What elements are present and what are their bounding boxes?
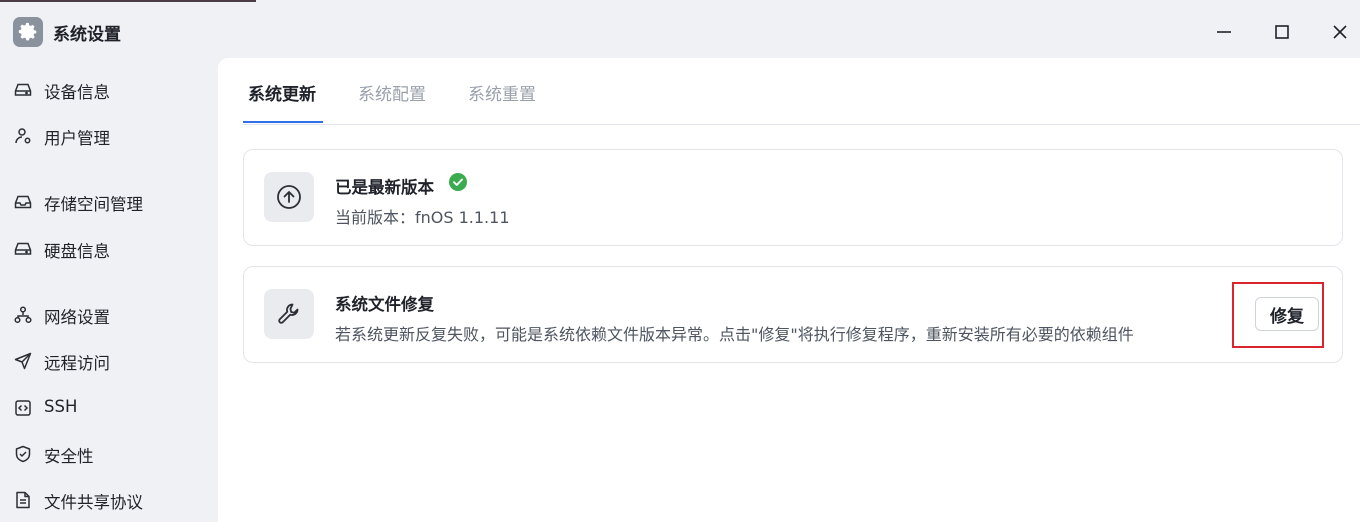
tab-system-config[interactable]: 系统配置: [358, 80, 426, 105]
sidebar-item-remote-access[interactable]: 远程访问: [0, 340, 218, 380]
sidebar-item-storage[interactable]: 存储空间管理: [0, 181, 218, 221]
code-icon: [13, 398, 33, 418]
sidebar-item-label: 硬盘信息: [44, 242, 110, 261]
sidebar-item-file-sharing[interactable]: 文件共享协议: [0, 479, 218, 519]
arrow-up-circle-icon: [264, 172, 314, 222]
document-icon: [13, 490, 33, 510]
inbox-icon: [13, 192, 33, 212]
sidebar-item-label: 网络设置: [44, 308, 110, 327]
sidebar-item-security[interactable]: 安全性: [0, 433, 218, 473]
maximize-icon[interactable]: [1266, 16, 1298, 48]
repair-button[interactable]: 修复: [1255, 297, 1319, 331]
drive-icon: [13, 239, 33, 259]
tab-bar: 系统更新 系统配置 系统重置: [243, 58, 1360, 125]
sidebar-item-label: 设备信息: [44, 83, 110, 102]
user-gear-icon: [13, 126, 33, 146]
minimize-icon[interactable]: [1208, 16, 1240, 48]
sidebar-item-label: 用户管理: [44, 129, 110, 148]
close-icon[interactable]: [1324, 16, 1356, 48]
network-icon: [13, 305, 33, 325]
gear-icon: [13, 17, 43, 47]
sidebar-item-user-management[interactable]: 用户管理: [0, 115, 218, 155]
sidebar-item-label: 文件共享协议: [44, 493, 143, 512]
update-status-title: 已是最新版本: [335, 178, 434, 197]
sidebar: 设备信息 用户管理 存储空间管理 硬盘信息 网络设置 远程访问 SSH 安全性 …: [0, 58, 218, 522]
repair-description: 若系统更新反复失败，可能是系统依赖文件版本异常。点击"修复"将执行修复程序，重新…: [335, 325, 1134, 344]
tab-system-reset[interactable]: 系统重置: [468, 80, 536, 105]
window-title: 系统设置: [53, 25, 121, 45]
active-tab-indicator: [243, 121, 323, 123]
title-bar: 系统设置: [0, 2, 1360, 58]
sidebar-item-label: SSH: [44, 397, 78, 416]
update-status-card: 已是最新版本 当前版本：fnOS 1.1.11: [243, 149, 1343, 246]
repair-title: 系统文件修复: [335, 295, 434, 314]
tab-system-update[interactable]: 系统更新: [248, 80, 316, 105]
sidebar-item-label: 存储空间管理: [44, 195, 143, 214]
wrench-icon: [264, 289, 314, 339]
drive-icon: [13, 80, 33, 100]
sidebar-item-label: 远程访问: [44, 354, 110, 373]
main-panel: 系统更新 系统配置 系统重置 已是最新版本 当前版本：fnOS 1.1.11 系…: [218, 58, 1360, 522]
current-version-text: 当前版本：fnOS 1.1.11: [335, 208, 510, 227]
sidebar-item-ssh[interactable]: SSH: [0, 387, 218, 427]
sidebar-item-label: 安全性: [44, 447, 94, 466]
sidebar-item-network[interactable]: 网络设置: [0, 294, 218, 334]
system-repair-card: 系统文件修复 若系统更新反复失败，可能是系统依赖文件版本异常。点击"修复"将执行…: [243, 266, 1343, 363]
check-circle-icon: [449, 173, 467, 191]
send-icon: [13, 351, 33, 371]
sidebar-item-disk-info[interactable]: 硬盘信息: [0, 228, 218, 268]
sidebar-item-device-info[interactable]: 设备信息: [0, 69, 218, 109]
shield-icon: [13, 444, 33, 464]
